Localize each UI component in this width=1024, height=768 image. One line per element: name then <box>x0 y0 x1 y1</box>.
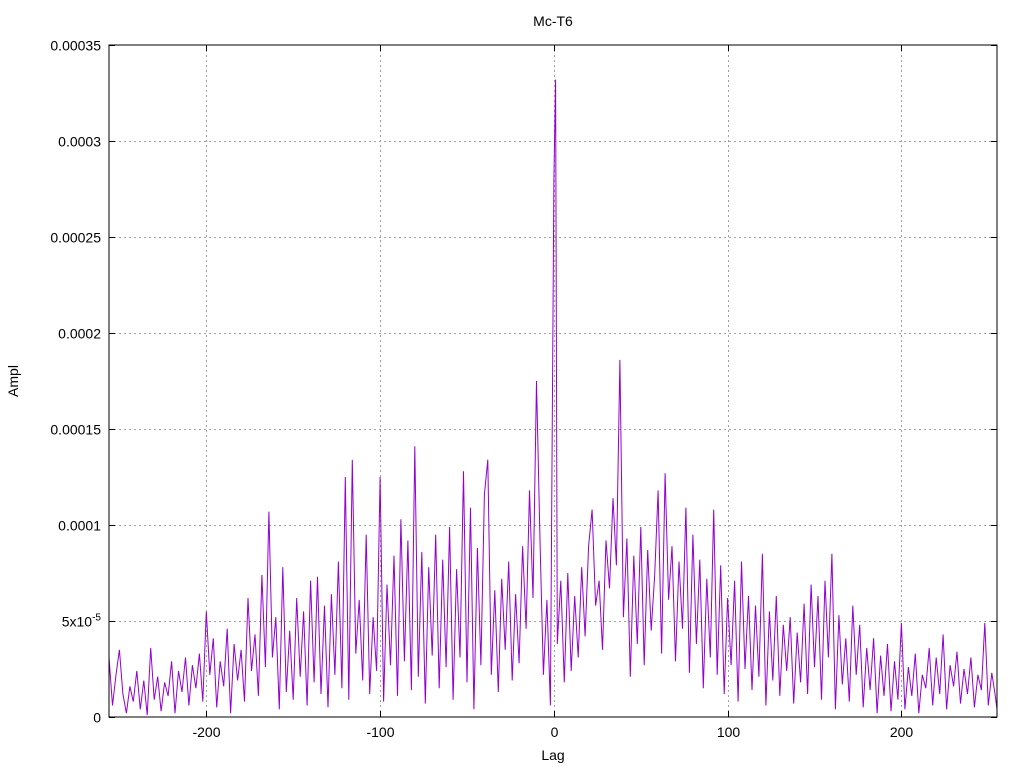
y-tick-label: 0.0003 <box>58 134 101 150</box>
y-tick-label: 0.00025 <box>50 230 101 246</box>
y-tick-label: 0.0001 <box>58 518 101 534</box>
x-axis-label: Lag <box>541 747 564 763</box>
y-tick-label: 5x10-5 <box>62 613 102 630</box>
series-line <box>108 79 998 716</box>
x-tick-label: -100 <box>366 724 394 740</box>
x-tick-label: 100 <box>717 724 741 740</box>
x-tick-label: 200 <box>890 724 914 740</box>
y-axis-label: Ampl <box>5 365 21 397</box>
y-tick-label: 0 <box>93 710 101 726</box>
y-tick-label: 0.00035 <box>50 38 101 54</box>
y-tick-label: 0.0002 <box>58 326 101 342</box>
x-tick-label: -200 <box>192 724 220 740</box>
chart-canvas: 0 5x10-5 0.0001 0.00015 0.0002 0.00025 0.0003 0… <box>5 13 998 763</box>
y-tick-label: 0.00015 <box>50 422 101 438</box>
chart-title: Mc-T6 <box>533 13 573 29</box>
x-tick-label: 0 <box>551 724 559 740</box>
